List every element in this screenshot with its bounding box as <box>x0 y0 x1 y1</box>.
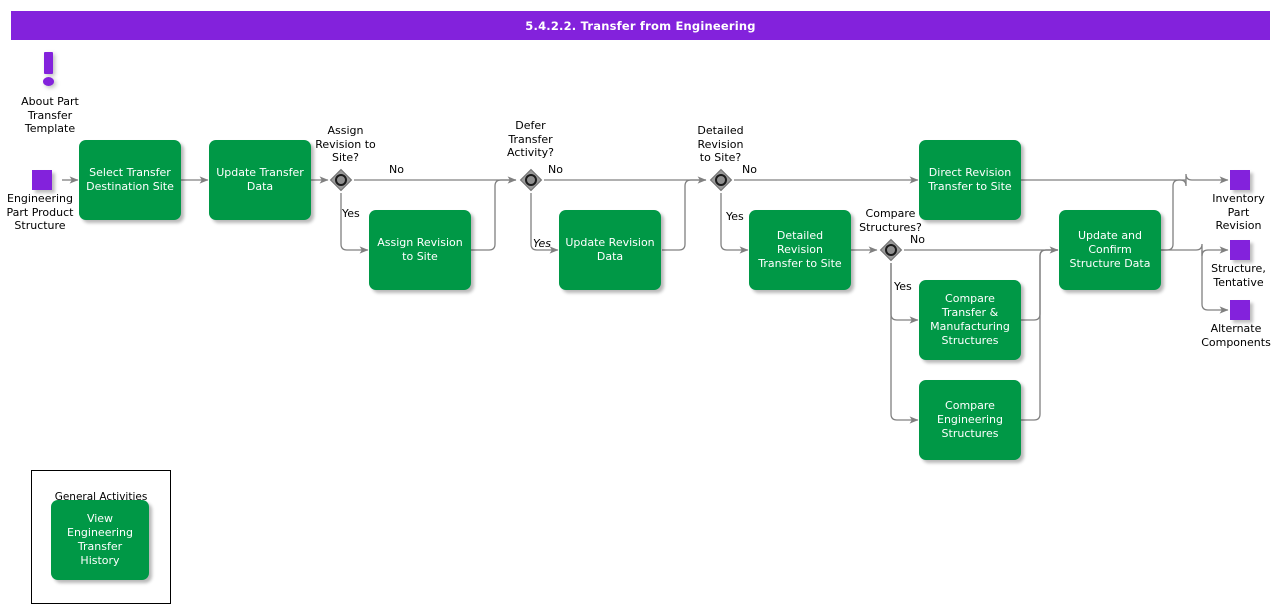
task-direct-revision-transfer-to-site[interactable]: Direct Revision Transfer to Site <box>919 140 1021 220</box>
end-node-label-inventory-part-revision: Inventory Part Revision <box>1212 192 1265 232</box>
flow-label-g4-yes: Yes <box>894 280 912 293</box>
flow-label-g2-yes: Yes <box>533 237 552 250</box>
task-update-revision-data[interactable]: Update Revision Data <box>559 210 661 290</box>
gateway-label-assign-revision-to-site: Assign Revision to Site? <box>315 124 376 164</box>
task-update-transfer-data[interactable]: Update Transfer Data <box>209 140 311 220</box>
end-node-inventory-part-revision[interactable] <box>1230 170 1250 190</box>
exclamation-marker-icon <box>40 52 58 88</box>
flow-label-g1-yes: Yes <box>342 207 360 220</box>
task-assign-revision-to-site[interactable]: Assign Revision to Site <box>369 210 471 290</box>
connector-layer <box>62 173 1229 424</box>
gateway-detailed-revision-to-site[interactable] <box>708 167 734 193</box>
flow-label-g2-no: No <box>548 163 563 176</box>
gateway-label-detailed-revision-to-site: Detailed Revision to Site? <box>697 124 744 164</box>
task-compare-engineering-structures[interactable]: Compare Engineering Structures <box>919 380 1021 460</box>
end-node-structure-tentative[interactable] <box>1230 240 1250 260</box>
flow-label-g1-no: No <box>389 163 404 176</box>
end-node-label-structure-tentative: Structure, Tentative <box>1211 262 1266 289</box>
gateway-assign-revision-to-site[interactable] <box>328 167 354 193</box>
task-compare-transfer-and-manufacturing-structures[interactable]: Compare Transfer & Manufacturing Structu… <box>919 280 1021 360</box>
gateway-label-defer-transfer-activity: Defer Transfer Activity? <box>507 119 554 159</box>
gateway-compare-structures[interactable] <box>878 237 904 263</box>
about-part-transfer-template-label: About Part Transfer Template <box>21 95 79 135</box>
gateway-label-compare-structures: Compare Structures? <box>859 207 922 234</box>
flow-label-g3-yes: Yes <box>726 210 744 223</box>
diagram-canvas: 5.4.2.2. Transfer from Engineering About… <box>0 0 1286 610</box>
page-title: 5.4.2.2. Transfer from Engineering <box>11 11 1270 40</box>
start-node-engineering-part-product-structure[interactable] <box>32 170 52 190</box>
flow-label-g4-no: No <box>910 233 925 246</box>
end-node-alternate-components[interactable] <box>1230 300 1250 320</box>
task-update-and-confirm-structure-data[interactable]: Update and Confirm Structure Data <box>1059 210 1161 290</box>
gateway-defer-transfer-activity[interactable] <box>518 167 544 193</box>
task-detailed-revision-transfer-to-site[interactable]: Detailed Revision Transfer to Site <box>749 210 851 290</box>
flow-label-g3-no: No <box>742 163 757 176</box>
task-view-engineering-transfer-history[interactable]: View Engineering Transfer History <box>51 500 149 580</box>
end-node-label-alternate-components: Alternate Components <box>1201 322 1271 349</box>
task-select-transfer-destination-site[interactable]: Select Transfer Destination Site <box>79 140 181 220</box>
start-node-label-engineering-part-product-structure: Engineering Part Product Structure <box>6 192 74 232</box>
